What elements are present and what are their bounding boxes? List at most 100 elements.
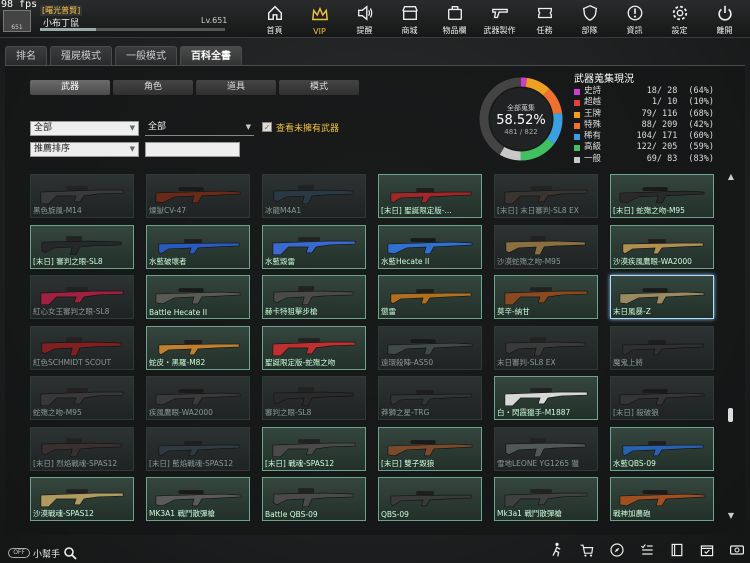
weapon-card[interactable]: 沙漠疾風鷹眼-WA2000 bbox=[610, 224, 714, 269]
weapon-card[interactable]: 紅心女王審判之眼-SL8 bbox=[30, 275, 134, 319]
collection-summary: 全部蒐集 58.52% 481 / 822 bbox=[477, 75, 565, 163]
weapon-card[interactable]: 水藍QBS-09 bbox=[610, 426, 714, 471]
weapon-card[interactable]: Battle QBS-09 bbox=[262, 477, 366, 521]
weapon-card[interactable]: [末日] 雙子毀狼 bbox=[378, 426, 482, 471]
weapon-card[interactable]: [末日] 聖誕限定版-... bbox=[378, 174, 482, 218]
scroll-thumb[interactable] bbox=[728, 408, 733, 422]
rarity-swatch bbox=[574, 89, 580, 95]
weapon-card[interactable]: [末日] 戰魂-SPAS12 bbox=[262, 426, 366, 471]
chevron-down-icon: ▼ bbox=[129, 124, 135, 132]
weapon-card[interactable]: 雪地LEONE YG1265 獵 bbox=[494, 426, 598, 471]
tab-2[interactable]: 一般模式 bbox=[115, 46, 177, 65]
nav-speaker[interactable]: 提醒 bbox=[342, 0, 387, 38]
weapon-card[interactable]: 魔鬼上將 bbox=[610, 325, 714, 370]
rarity-percent: (60%) bbox=[688, 131, 714, 142]
weapon-card[interactable]: 疾風鷹眼-WA2000 bbox=[146, 376, 250, 420]
weapon-card[interactable]: 煉獄CV-47 bbox=[146, 174, 250, 218]
helper-pill[interactable]: OFF bbox=[8, 548, 30, 558]
nav-ticket[interactable]: 任務 bbox=[522, 0, 567, 38]
weapon-card[interactable]: [末日] 烈焰戰魂-SPAS12 bbox=[30, 426, 134, 471]
weapon-name: 赫卡特狙擊步槍 bbox=[265, 307, 318, 316]
rarity-name: 王牌 bbox=[584, 108, 602, 119]
weapon-card[interactable]: Mk3a1 戰鬥散彈槍 bbox=[494, 477, 598, 521]
unowned-checkbox[interactable]: ✓ bbox=[262, 122, 272, 132]
weapon-card[interactable]: [末日] 殺破狼 bbox=[610, 376, 714, 420]
weapon-card[interactable]: 冰龍M4A1 bbox=[262, 174, 366, 218]
weapon-card[interactable]: 莽獅之星-TRG bbox=[378, 376, 482, 420]
subtab-3[interactable]: 模式 bbox=[279, 80, 359, 95]
search-input[interactable] bbox=[145, 142, 240, 157]
weapon-name: [末日] 殺破狼 bbox=[613, 408, 659, 417]
weapon-image bbox=[622, 440, 704, 456]
weapon-card[interactable]: 水藍破壞者 bbox=[146, 224, 250, 269]
weapon-card[interactable]: Battle Hecate II bbox=[146, 275, 250, 319]
subcategory-select[interactable]: 全部 ▼ bbox=[145, 121, 254, 136]
weapon-card[interactable]: 黑色旋風-M14 bbox=[30, 174, 134, 218]
weapon-card[interactable]: 水藍Hecate II bbox=[378, 224, 482, 269]
weapon-card[interactable]: QBS-09 bbox=[378, 477, 482, 521]
weapon-card[interactable]: 懲雷 bbox=[378, 275, 482, 319]
run-icon[interactable] bbox=[549, 542, 565, 558]
nav-label: 資訊 bbox=[626, 26, 643, 35]
unowned-checkbox-label[interactable]: 查看未擁有武器 bbox=[276, 121, 339, 134]
cash-icon[interactable] bbox=[729, 542, 745, 558]
weapon-card[interactable]: 水藍毀雷 bbox=[262, 224, 366, 269]
category-select[interactable]: 全部 ▼ bbox=[30, 121, 139, 136]
rarity-percent: (42%) bbox=[688, 119, 714, 130]
subtab-2[interactable]: 道具 bbox=[196, 80, 276, 95]
weapon-card[interactable]: 沙漠蛇殤之吻-M95 bbox=[494, 224, 598, 269]
weapon-card[interactable]: 莫辛-納甘 bbox=[494, 275, 598, 319]
subtab-0[interactable]: 武器 bbox=[30, 80, 110, 95]
weapon-name: 煉獄CV-47 bbox=[149, 206, 187, 215]
stats-title: 武器蒐集現況 bbox=[574, 74, 634, 85]
nav-gun[interactable]: 武器製作 bbox=[477, 0, 522, 38]
scroll-up-icon[interactable]: ▲ bbox=[727, 172, 735, 181]
weapon-card[interactable]: 白・閃霞獵手-M1887 bbox=[494, 376, 598, 420]
cart-icon[interactable] bbox=[579, 542, 595, 558]
weapon-card[interactable]: [末日] 藍焰戰魂-SPAS12 bbox=[146, 426, 250, 471]
weapon-card[interactable]: [末日] 末日審判-SL8 EX bbox=[494, 174, 598, 218]
weapon-card[interactable]: 蛇皮・黑羅-M82 bbox=[146, 325, 250, 370]
scroll-down-icon[interactable]: ▼ bbox=[727, 511, 735, 520]
stat-row: 王牌 79/ 116 (68%) bbox=[574, 109, 714, 120]
weapon-card[interactable]: [末日] 審判之眼-SL8 bbox=[30, 224, 134, 269]
weapon-card[interactable]: MK3A1 戰鬥散彈槍 bbox=[146, 477, 250, 521]
subtab-1[interactable]: 角色 bbox=[113, 80, 193, 95]
nav-home[interactable]: 首頁 bbox=[252, 0, 297, 38]
nav-power[interactable]: 離開 bbox=[702, 0, 747, 38]
compass-icon[interactable] bbox=[609, 542, 625, 558]
weapon-card[interactable]: 蛇殤之吻-M95 bbox=[30, 376, 134, 420]
weapon-card[interactable]: [末日] 蛇殤之吻-M95 bbox=[610, 174, 714, 218]
weapon-image bbox=[504, 186, 588, 205]
calendar-icon[interactable] bbox=[699, 542, 715, 558]
helper-toggle[interactable]: OFF 小幫手 bbox=[8, 546, 77, 560]
weapon-card[interactable]: 紅色SCHMIDT SCOUT bbox=[30, 325, 134, 370]
weapon-card[interactable]: 末日審判-SL8 EX bbox=[494, 325, 598, 370]
nav-gear[interactable]: 設定 bbox=[657, 0, 702, 38]
sort-select[interactable]: 推薦排序 ▼ bbox=[30, 142, 139, 157]
weapon-card[interactable]: 末日風暴-Z bbox=[610, 275, 714, 319]
nav-info[interactable]: 資訊 bbox=[612, 0, 657, 38]
book-icon[interactable] bbox=[669, 542, 685, 558]
weapon-card[interactable]: 赫卡特狙擊步槍 bbox=[262, 275, 366, 319]
weapon-image bbox=[40, 186, 124, 205]
scrollbar[interactable]: ▲ ▼ bbox=[727, 172, 735, 520]
avatar[interactable]: 651 bbox=[3, 10, 31, 32]
search-icon[interactable] bbox=[63, 546, 77, 560]
weapon-card[interactable]: 審判之眼-SL8 bbox=[262, 376, 366, 420]
checklist-icon[interactable] bbox=[639, 542, 655, 558]
weapon-card[interactable]: 聖誕限定版-蛇殤之吻 bbox=[262, 325, 366, 370]
nav-shop[interactable]: 商城 bbox=[387, 0, 432, 38]
weapon-card[interactable]: 遠環殺陣-AS50 bbox=[378, 325, 482, 370]
weapon-card[interactable]: 沙漠戰魂-SPAS12 bbox=[30, 477, 134, 521]
weapon-card[interactable]: 戰神加農砲 bbox=[610, 477, 714, 521]
rarity-swatch bbox=[574, 111, 580, 118]
nav-crown[interactable]: VIP bbox=[297, 0, 342, 38]
tab-1[interactable]: 殭屍模式 bbox=[50, 46, 112, 65]
weapon-name: 蛇皮・黑羅-M82 bbox=[149, 357, 206, 367]
tab-0[interactable]: 排名 bbox=[5, 46, 47, 65]
nav-shield[interactable]: 部隊 bbox=[567, 0, 612, 38]
nav-bag[interactable]: 物品欄 bbox=[432, 0, 477, 38]
weapon-image bbox=[273, 387, 354, 407]
tab-3[interactable]: 百科全書 bbox=[180, 46, 242, 65]
